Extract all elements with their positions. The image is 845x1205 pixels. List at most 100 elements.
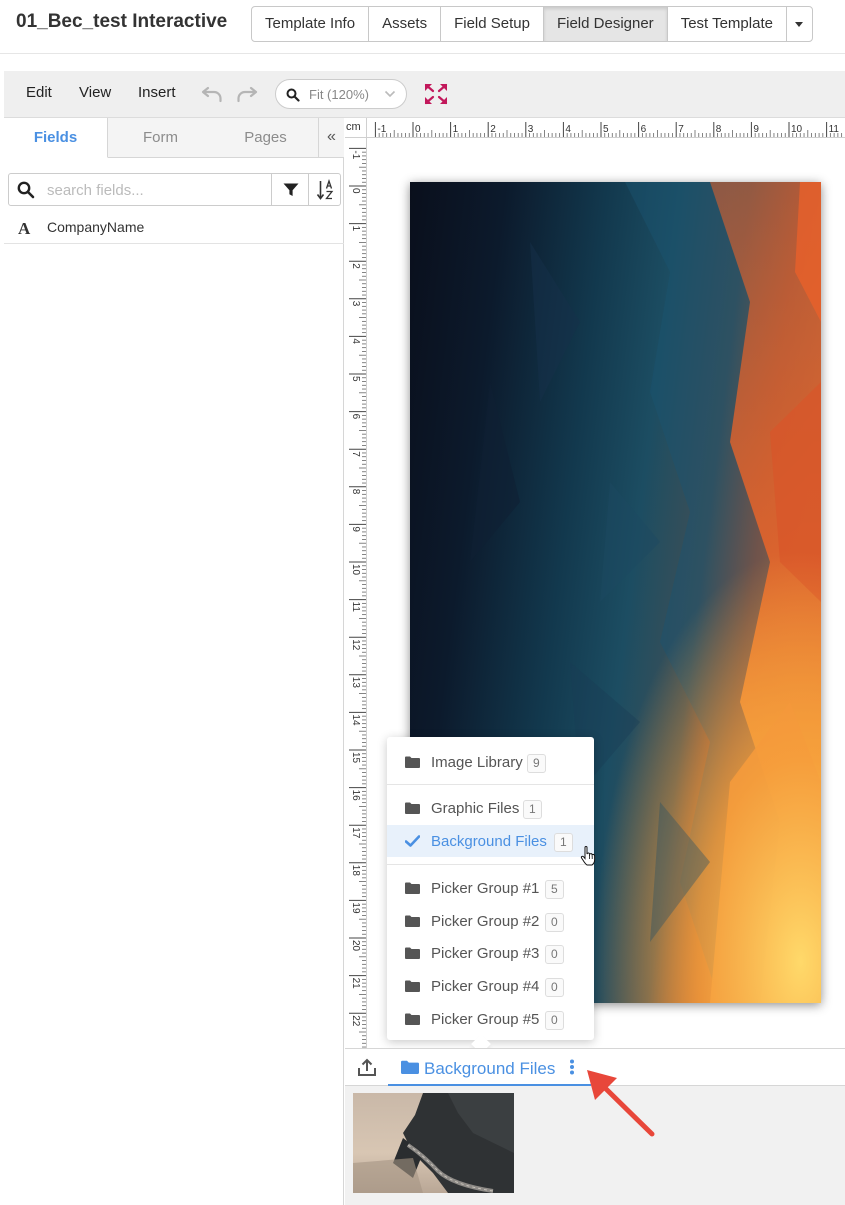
count-badge: 5 (545, 880, 564, 899)
menu-item-background-files[interactable]: Background Files 1 (387, 825, 594, 857)
ruler-label: 0 (415, 124, 421, 135)
menu-edit[interactable]: Edit (26, 84, 52, 101)
tabs-dropdown-button[interactable] (787, 7, 812, 41)
ruler-label: 6 (641, 124, 647, 135)
menu-item-picker-group-1[interactable]: Picker Group #1 5 (387, 872, 594, 904)
field-name: CompanyName (47, 219, 145, 235)
ruler-label: 2 (490, 124, 496, 135)
ruler-label: 1 (350, 226, 361, 232)
page-title: 01_Bec_test Interactive (16, 11, 228, 32)
coastal-road-photo (353, 1093, 514, 1193)
tab-form[interactable]: Form (108, 118, 213, 158)
ruler-unit-label: cm (346, 121, 361, 133)
ruler-label: 10 (350, 564, 361, 576)
ruler-label: 12 (350, 639, 361, 651)
menu-item-label: Picker Group #5 (431, 1011, 540, 1028)
folder-icon (405, 915, 420, 927)
ruler-label: 1 (453, 124, 459, 135)
check-icon (405, 835, 420, 847)
menu-item-picker-group-3[interactable]: Picker Group #3 0 (387, 937, 594, 969)
menu-divider (387, 784, 594, 785)
fields-panel: Fields Form Pages « A (4, 118, 344, 1205)
ruler-label: 14 (350, 714, 361, 726)
panel-tabs: Fields Form Pages « (4, 118, 344, 158)
tab-assets[interactable]: Assets (369, 7, 442, 41)
ruler-label: 18 (350, 865, 361, 877)
collapse-panel-button[interactable]: « (318, 118, 344, 158)
folder-icon (405, 882, 420, 894)
ruler-label: 11 (829, 124, 840, 135)
annotation-arrow-icon (587, 1070, 655, 1137)
folder-icon (405, 980, 420, 992)
menu-item-label: Picker Group #4 (431, 978, 540, 995)
search-icon (286, 88, 300, 102)
menu-item-label: Picker Group #1 (431, 880, 540, 897)
folder-icon (405, 756, 420, 768)
menu-insert[interactable]: Insert (138, 84, 176, 101)
asset-thumbnail[interactable] (353, 1093, 514, 1193)
count-badge: 0 (545, 913, 564, 932)
folder-icon (405, 947, 420, 959)
sort-az-button[interactable] (309, 174, 342, 205)
undo-icon[interactable] (200, 84, 224, 104)
folder-icon (405, 1013, 420, 1025)
hand-pointer-cursor-icon (580, 846, 596, 866)
count-badge: 0 (545, 945, 564, 964)
designer-toolbar: Edit View Insert Fit (120%) (4, 71, 845, 118)
tab-pages[interactable]: Pages (213, 118, 318, 158)
tab-template-info[interactable]: Template Info (252, 7, 370, 41)
menu-item-picker-group-2[interactable]: Picker Group #2 0 (387, 905, 594, 937)
ruler-label: 22 (350, 1015, 361, 1027)
tab-field-setup[interactable]: Field Setup (441, 7, 544, 41)
ruler-label: 6 (350, 414, 361, 420)
filter-button[interactable] (272, 174, 309, 205)
count-badge: 9 (527, 754, 546, 773)
asset-folder-menu: Image Library 9 Graphic Files 1 Backgrou… (387, 737, 594, 1054)
tab-test-template[interactable]: Test Template (668, 7, 787, 41)
tab-fields[interactable]: Fields (4, 118, 108, 158)
menu-item-graphic-files[interactable]: Graphic Files 1 (387, 792, 594, 824)
ruler-label: 21 (350, 978, 361, 990)
menu-item-picker-group-5[interactable]: Picker Group #5 0 (387, 1003, 594, 1035)
caret-down-icon (795, 21, 804, 27)
folder-icon (405, 802, 420, 814)
ruler-label: 7 (678, 124, 684, 135)
redo-icon[interactable] (235, 84, 259, 104)
search-fields-input[interactable] (47, 180, 262, 200)
active-folder-tab[interactable]: Background Files (388, 1049, 591, 1086)
menu-item-label: Image Library (431, 754, 523, 771)
text-field-icon: A (18, 219, 31, 238)
double-chevron-left-icon: « (327, 128, 336, 145)
ruler-label: 16 (350, 790, 361, 802)
ruler-label: 9 (753, 124, 759, 135)
tab-field-designer[interactable]: Field Designer (543, 7, 668, 41)
fit-to-screen-icon[interactable] (423, 82, 449, 106)
ruler-label: 0 (350, 188, 361, 194)
field-list-item[interactable]: A CompanyName (4, 210, 344, 244)
menu-divider (387, 864, 594, 865)
filter-icon (283, 183, 298, 196)
chevron-down-icon (384, 90, 396, 98)
zoom-value: Fit (120%) (309, 87, 369, 102)
ruler-label: 3 (528, 124, 534, 135)
ruler-label: 15 (350, 752, 361, 764)
count-badge: 0 (545, 1011, 564, 1030)
menu-item-image-library[interactable]: Image Library 9 (387, 746, 594, 778)
ruler-label: -1 (350, 150, 361, 159)
ruler-label: 3 (350, 301, 361, 307)
menu-item-picker-group-4[interactable]: Picker Group #4 0 (387, 970, 594, 1002)
upload-icon[interactable] (357, 1057, 377, 1077)
menu-view[interactable]: View (79, 84, 111, 101)
field-search-box (8, 173, 341, 206)
ruler-label: 20 (350, 940, 361, 952)
count-badge: 1 (554, 833, 573, 852)
ruler-label: 5 (603, 124, 609, 135)
more-vertical-icon[interactable] (569, 1059, 575, 1075)
vertical-ruler: -1012345678910111213141516171819202122 (345, 138, 367, 1048)
menu-item-label: Picker Group #2 (431, 913, 540, 930)
zoom-select[interactable]: Fit (120%) (275, 79, 407, 109)
ruler-label: 19 (350, 902, 361, 914)
active-folder-label: Background Files (424, 1059, 556, 1078)
ruler-unit: cm (345, 118, 367, 138)
menu-item-label: Background Files (431, 833, 547, 850)
